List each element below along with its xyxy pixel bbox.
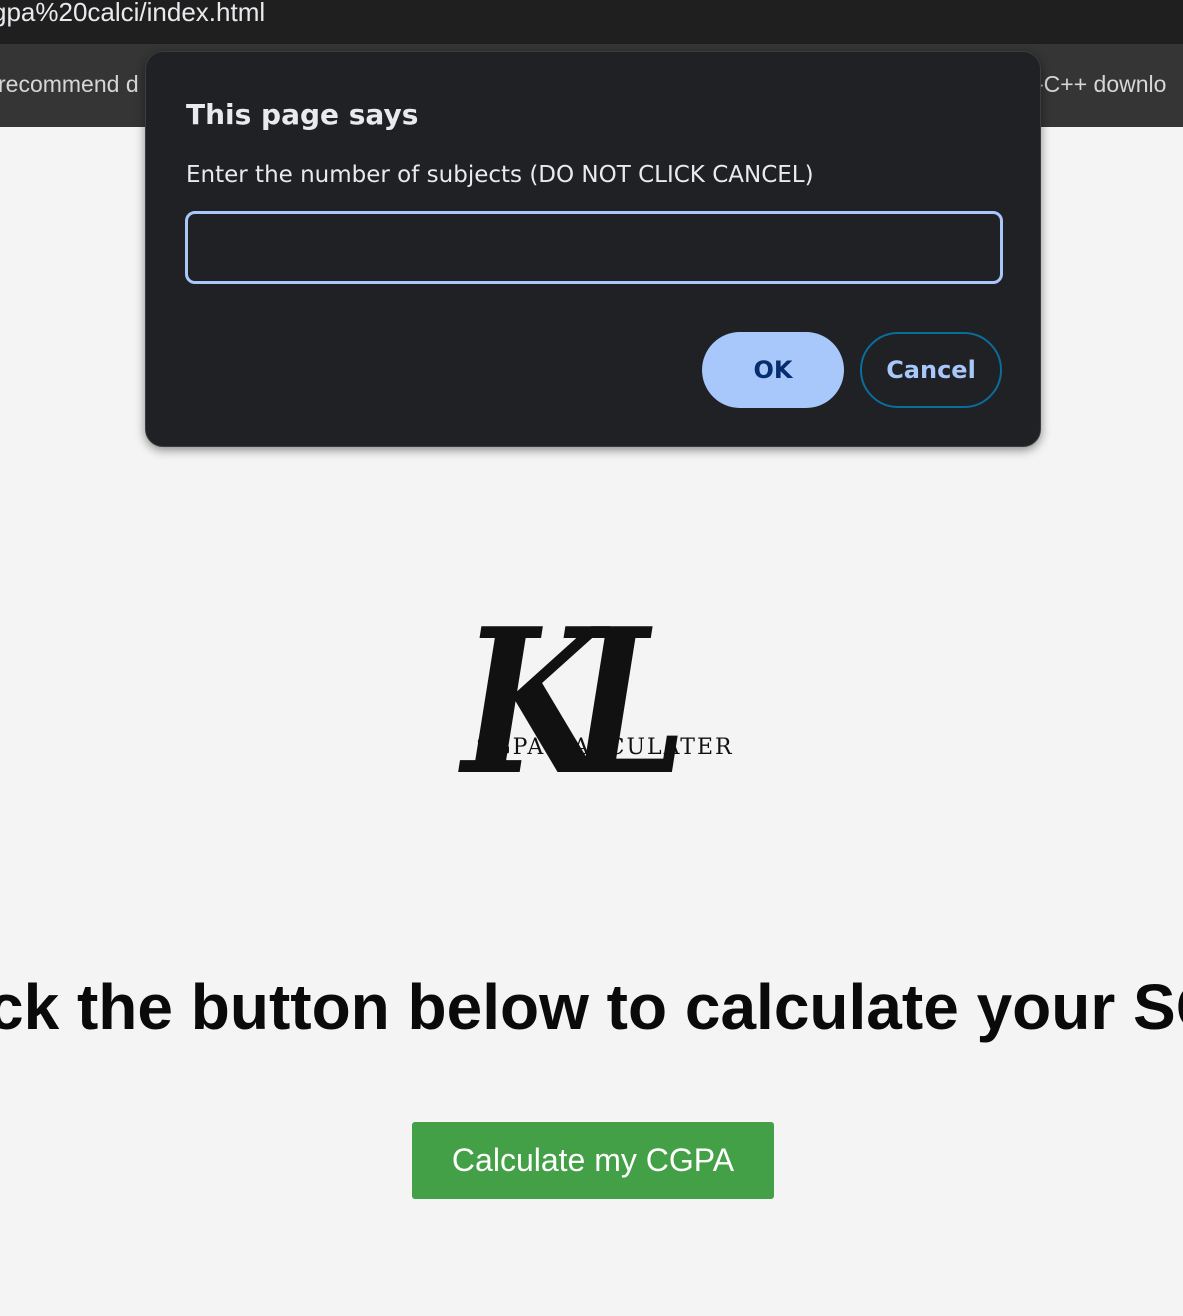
dialog-message: Enter the number of subjects (DO NOT CLI… xyxy=(186,162,814,188)
logo-mark: KL xyxy=(462,585,687,820)
bookmark-item-left[interactable]: recommend d xyxy=(0,71,139,98)
prompt-dialog: This page says Enter the number of subje… xyxy=(145,51,1041,447)
kl-logo: KL SGPA CALCULATER xyxy=(462,603,732,821)
dialog-title: This page says xyxy=(186,98,419,131)
page-heading: ck the button below to calculate your SG xyxy=(0,971,1183,1043)
ok-button[interactable]: OK xyxy=(702,332,844,408)
cancel-button[interactable]: Cancel xyxy=(860,332,1002,408)
logo-subtitle: SGPA CALCULATER xyxy=(476,735,734,760)
bookmark-item-right[interactable]: -C++ downlo xyxy=(1036,71,1166,98)
subjects-count-input[interactable] xyxy=(185,211,1003,284)
address-bar[interactable]: gpa%20calci/index.html xyxy=(0,0,1183,44)
calculate-cgpa-button[interactable]: Calculate my CGPA xyxy=(412,1122,774,1199)
url-text: gpa%20calci/index.html xyxy=(0,0,266,27)
